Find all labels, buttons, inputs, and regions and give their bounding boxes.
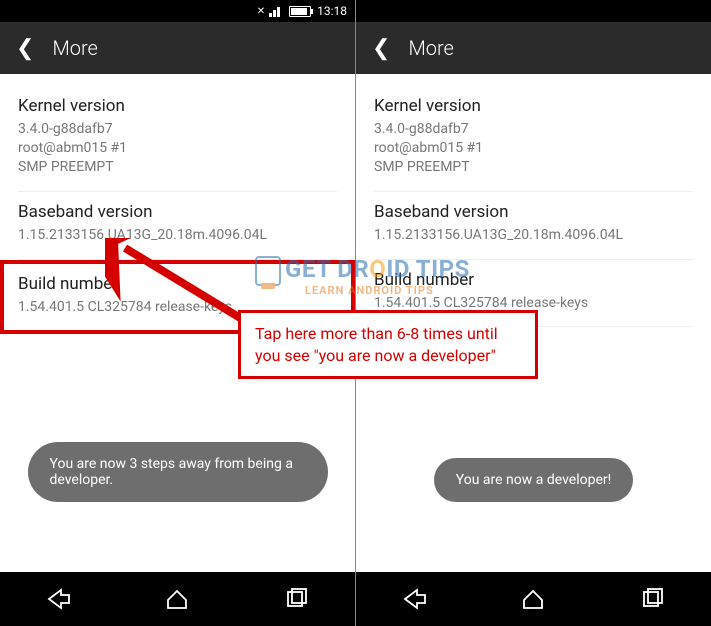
header[interactable]: ❮ More (356, 22, 711, 74)
kernel-section[interactable]: Kernel version 3.4.0-g88dafb7 root@abm01… (374, 86, 693, 192)
no-signal-icon: ✕ (257, 6, 265, 17)
toast-message: You are now a developer! (434, 458, 633, 502)
kernel-title: Kernel version (18, 96, 337, 116)
toast-area: You are now 3 steps away from being a de… (0, 442, 355, 502)
status-bar (356, 0, 711, 22)
back-icon[interactable]: ❮ (372, 36, 390, 61)
kernel-title: Kernel version (374, 96, 693, 116)
watermark: GET DROID TIPS LEARN ANDROID TIPS (255, 255, 470, 297)
watermark-o: O (369, 255, 386, 283)
status-bar: ✕ 13:18 (0, 0, 355, 22)
signal-icon (269, 5, 283, 17)
baseband-title: Baseband version (18, 202, 337, 222)
baseband-title: Baseband version (374, 202, 693, 222)
status-time: 13:18 (317, 4, 347, 18)
kernel-section[interactable]: Kernel version 3.4.0-g88dafb7 root@abm01… (18, 86, 337, 192)
back-icon[interactable]: ❮ (16, 36, 34, 61)
watermark-line1-post: ID TIPS (386, 255, 470, 283)
nav-home-button[interactable] (152, 579, 202, 619)
annotation-callout: Tap here more than 6-8 times until you s… (238, 310, 538, 379)
header[interactable]: ❮ More (0, 22, 355, 74)
toast-message: You are now 3 steps away from being a de… (28, 442, 328, 502)
toast-area: You are now a developer! (356, 458, 711, 502)
baseband-value: 1.15.2133156.UA13G_20.18m.4096.04L (374, 226, 693, 245)
nav-bar (0, 572, 355, 626)
nav-bar (356, 572, 711, 626)
header-title: More (408, 36, 453, 60)
nav-home-button[interactable] (508, 579, 558, 619)
nav-recents-button[interactable] (271, 579, 321, 619)
kernel-value: 3.4.0-g88dafb7 root@abm015 #1 SMP PREEMP… (374, 120, 693, 177)
watermark-line1-pre: GET DR (285, 255, 369, 283)
baseband-section[interactable]: Baseband version 1.15.2133156.UA13G_20.1… (374, 192, 693, 260)
nav-recents-button[interactable] (627, 579, 677, 619)
nav-back-button[interactable] (390, 579, 440, 619)
nav-back-button[interactable] (34, 579, 84, 619)
annotation-text: Tap here more than 6-8 times until you s… (255, 324, 498, 365)
battery-icon (289, 6, 311, 17)
kernel-value: 3.4.0-g88dafb7 root@abm015 #1 SMP PREEMP… (18, 120, 337, 177)
header-title: More (52, 36, 97, 60)
